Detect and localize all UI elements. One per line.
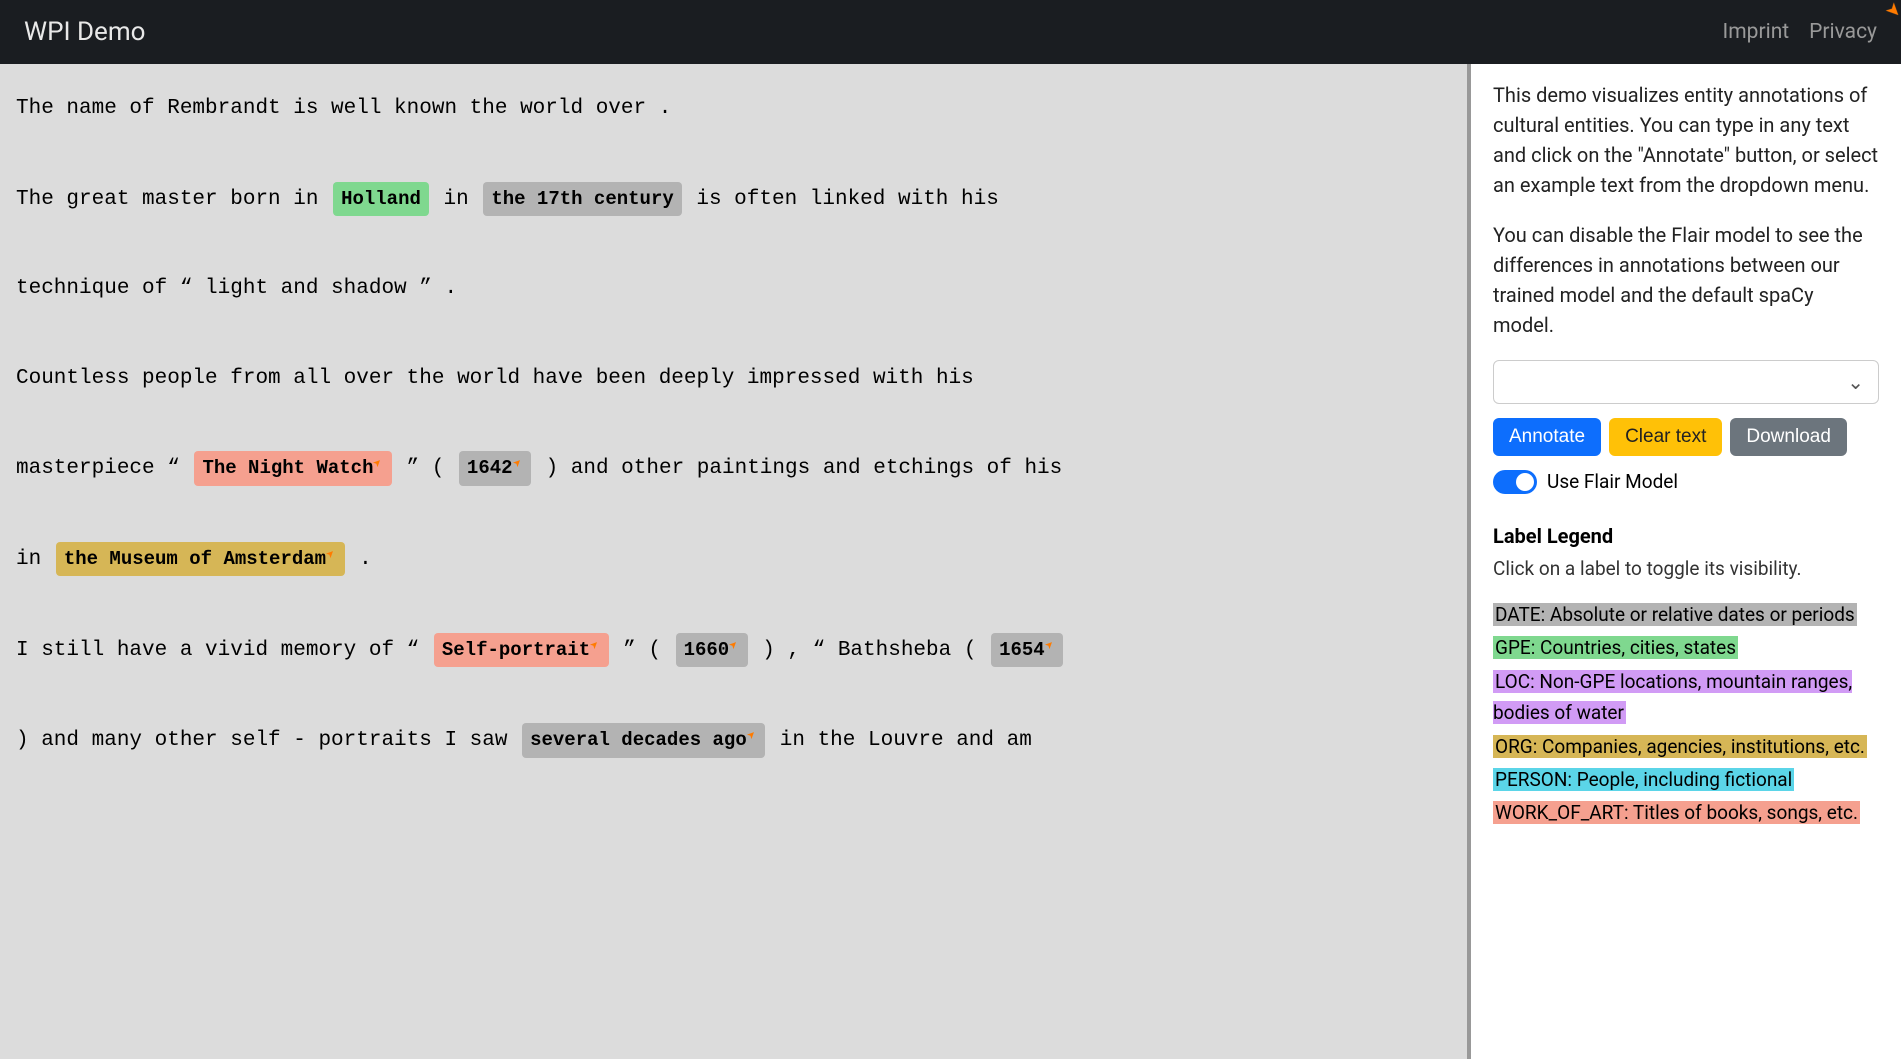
external-link-icon: ➤ [321, 544, 343, 566]
download-button[interactable]: Download [1730, 418, 1847, 456]
external-link-icon: ➤ [1040, 635, 1062, 657]
intro-paragraph-2: You can disable the Flair model to see t… [1493, 220, 1879, 340]
entity-date[interactable]: the 17th century [483, 182, 681, 216]
entity-org[interactable]: the Museum of Amsterdam➤ [56, 542, 345, 576]
text-fragment: ) and many other self - portraits I saw [16, 729, 520, 752]
legend-item[interactable]: PERSON: People, including fictional [1493, 768, 1794, 791]
entity-date[interactable]: 1654➤ [991, 633, 1063, 667]
text-fragment: masterpiece “ [16, 457, 192, 480]
external-link-icon: ➤ [724, 635, 746, 657]
text-fragment: ” ( [394, 457, 457, 480]
layout: The name of Rembrandt is well known the … [0, 64, 1901, 1059]
navbar: WPI Demo Imprint Privacy [0, 0, 1901, 64]
legend-title: Label Legend [1493, 521, 1879, 551]
sidebar: This demo visualizes entity annotations … [1471, 64, 1901, 1059]
annotated-text-panel[interactable]: The name of Rembrandt is well known the … [0, 64, 1471, 1059]
example-dropdown[interactable]: ⌄ [1493, 360, 1879, 404]
intro-paragraph-1: This demo visualizes entity annotations … [1493, 80, 1879, 200]
text-fragment: ) , “ Bathsheba ( [750, 639, 989, 662]
text-fragment: Countless people from all over the world… [16, 367, 974, 390]
flair-toggle-row: Use Flair Model [1493, 468, 1879, 497]
flair-toggle-label: Use Flair Model [1547, 468, 1678, 497]
text-fragment: The great master born in [16, 188, 331, 211]
external-link-icon: ➤ [585, 635, 607, 657]
legend-item[interactable]: GPE: Countries, cities, states [1493, 636, 1738, 659]
external-link-icon: ➤ [369, 454, 391, 476]
nav-links: Imprint Privacy [1723, 20, 1877, 44]
legend-item[interactable]: DATE: Absolute or relative dates or peri… [1493, 603, 1857, 626]
entity-date[interactable]: 1660➤ [676, 633, 748, 667]
button-row: Annotate Clear text Download [1493, 418, 1879, 456]
text-fragment: The name of Rembrandt is well known the … [16, 97, 671, 120]
text-fragment: in the Louvre and am [767, 729, 1032, 752]
text-fragment: I still have a vivid memory of “ [16, 639, 432, 662]
brand-title[interactable]: WPI Demo [24, 17, 145, 47]
legend-item[interactable]: WORK_OF_ART: Titles of books, songs, etc… [1493, 801, 1860, 824]
flair-toggle[interactable] [1493, 470, 1537, 494]
annotate-button[interactable]: Annotate [1493, 418, 1601, 456]
legend-item[interactable]: ORG: Companies, agencies, institutions, … [1493, 735, 1867, 758]
legend-item[interactable]: LOC: Non-GPE locations, mountain ranges,… [1493, 670, 1852, 724]
text-fragment: in [431, 188, 481, 211]
entity-date[interactable]: 1642➤ [459, 451, 531, 485]
chevron-down-icon: ⌄ [1847, 367, 1864, 397]
text-fragment: technique of “ light and shadow ” . [16, 277, 457, 300]
text-fragment: ) and other paintings and etchings of hi… [533, 457, 1062, 480]
text-fragment: . [347, 548, 372, 571]
entity-work_of_art[interactable]: The Night Watch➤ [194, 451, 391, 485]
text-line: I still have a vivid memory of “ Self-po… [16, 633, 1451, 668]
text-line: technique of “ light and shadow ” . [16, 272, 1451, 306]
external-link-icon: ➤ [508, 454, 530, 476]
text-line: The great master born in Holland in the … [16, 182, 1451, 217]
nav-link-imprint[interactable]: Imprint [1723, 20, 1790, 44]
external-link-icon: ➤ [742, 725, 764, 747]
text-line: in the Museum of Amsterdam➤ . [16, 542, 1451, 577]
text-line: Countless people from all over the world… [16, 362, 1451, 396]
text-fragment: is often linked with his [684, 188, 999, 211]
entity-gpe[interactable]: Holland [333, 182, 429, 216]
text-fragment: ” ( [611, 639, 674, 662]
text-line: masterpiece “ The Night Watch➤ ” ( 1642➤… [16, 451, 1451, 486]
toggle-knob [1516, 473, 1534, 491]
legend-subtitle: Click on a label to toggle its visibilit… [1493, 555, 1879, 584]
entity-date[interactable]: several decades ago➤ [522, 723, 765, 757]
clear-text-button[interactable]: Clear text [1609, 418, 1722, 456]
entity-work_of_art[interactable]: Self-portrait➤ [434, 633, 609, 667]
legend-list: DATE: Absolute or relative dates or peri… [1493, 599, 1879, 829]
text-line: ) and many other self - portraits I saw … [16, 723, 1451, 758]
text-fragment: in [16, 548, 54, 571]
text-line: The name of Rembrandt is well known the … [16, 92, 1451, 126]
nav-link-privacy[interactable]: Privacy [1809, 20, 1877, 44]
